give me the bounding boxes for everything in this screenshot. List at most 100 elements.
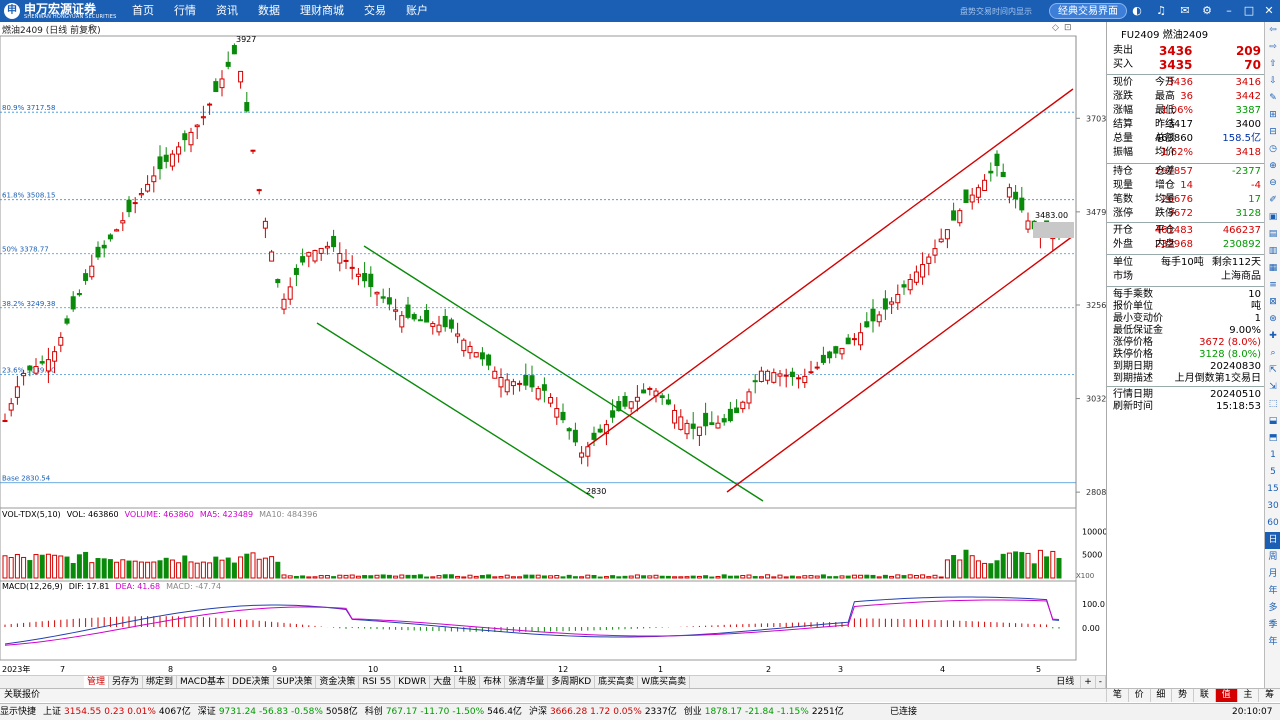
candle [337, 253, 343, 264]
theme-icon[interactable]: ◐ [1130, 4, 1144, 18]
detail-tab[interactable]: 主 [1236, 689, 1259, 702]
period-icon[interactable]: 1 [1265, 447, 1280, 464]
indicator-tab[interactable]: MACD基本 [177, 676, 230, 688]
fib-label: 80.9% 3717.58 [2, 104, 55, 112]
toolbar-icon[interactable]: ▣ [1265, 209, 1280, 226]
period-button[interactable]: 周 [1265, 549, 1280, 566]
indicator-tab[interactable]: 牛股 [455, 676, 481, 688]
toolbar-icon[interactable]: ⬒ [1265, 430, 1280, 447]
toolbar-icon[interactable]: ▤ [1265, 226, 1280, 243]
volume-bar [368, 575, 374, 579]
window-icon[interactable]: ⊡ [1064, 23, 1072, 33]
daily-button[interactable]: 日线 [1050, 676, 1082, 688]
toolbar-icon[interactable]: ⬚ [1265, 396, 1280, 413]
detail-tab[interactable]: 联 [1193, 689, 1215, 702]
indicator-tab[interactable]: KDWR [395, 676, 431, 688]
candle [752, 380, 758, 383]
period-button[interactable]: 多 [1265, 600, 1280, 617]
toolbar-icon[interactable]: ⊕ [1265, 158, 1280, 175]
panel-value: 单位 [1113, 257, 1133, 268]
toolbar-icon[interactable]: ⇩ [1265, 73, 1280, 90]
headset-icon[interactable]: ♫ [1154, 4, 1168, 18]
period-icon[interactable]: 60 [1265, 515, 1280, 532]
candle [920, 264, 926, 278]
detail-tab[interactable]: 值 [1214, 689, 1237, 702]
period-icon[interactable]: 30 [1265, 498, 1280, 515]
chart-area[interactable]: 3703347932563032280880.9% 3717.5861.8% 3… [0, 0, 1106, 690]
volume-bar [8, 556, 14, 579]
period-button[interactable]: 日 [1265, 532, 1280, 549]
close-icon[interactable]: ✕ [1262, 4, 1276, 18]
indicator-tab[interactable]: 管理 [84, 676, 110, 688]
detail-tab[interactable]: 筹 [1258, 689, 1280, 702]
period-button[interactable]: 年 [1265, 634, 1280, 651]
volume-bar [231, 562, 237, 579]
volume-bar [765, 574, 771, 579]
mail-icon[interactable]: ✉ [1178, 4, 1192, 18]
toolbar-icon[interactable]: ⇧ [1265, 56, 1280, 73]
indicator-tab[interactable]: 张清华量 [505, 676, 549, 688]
toolbar-icon[interactable]: ⊞ [1265, 107, 1280, 124]
indicator-tab[interactable]: 另存为 [109, 676, 144, 688]
toolbar-icon[interactable]: ✐ [1265, 192, 1280, 209]
panel-value: 外盘 [1113, 239, 1133, 250]
indicator-tab[interactable]: 底买高卖 [595, 676, 639, 688]
indicator-tab[interactable]: RSI 55 [359, 676, 396, 688]
toolbar-icon[interactable]: ▥ [1265, 243, 1280, 260]
toolbar-icon[interactable]: ⊛ [1265, 311, 1280, 328]
candle [312, 250, 318, 262]
period-icon[interactable]: 5 [1265, 464, 1280, 481]
indicator-tab[interactable]: 布林 [480, 676, 506, 688]
toolbar-icon[interactable]: ⇨ [1265, 39, 1280, 56]
period-icon[interactable]: 15 [1265, 481, 1280, 498]
toolbar-icon[interactable]: ▦ [1265, 260, 1280, 277]
toolbar-icon[interactable]: ⇱ [1265, 362, 1280, 379]
volume-bar [870, 574, 876, 579]
fib-label: Base 2830.54 [2, 475, 51, 483]
candle [349, 266, 355, 269]
volume-bar [851, 574, 857, 579]
toolbar-icon[interactable]: ⇲ [1265, 379, 1280, 396]
toolbar-icon[interactable]: ⊟ [1265, 124, 1280, 141]
indicator-tab[interactable]: DDE决策 [229, 676, 274, 688]
detail-tab[interactable]: 价 [1127, 689, 1150, 702]
period-button[interactable]: 年 [1265, 583, 1280, 600]
indicator-tab[interactable]: 多周期KD [548, 676, 596, 688]
toolbar-icon[interactable]: ✎ [1265, 90, 1280, 107]
indicator-tab[interactable]: SUP决策 [274, 676, 317, 688]
candle [721, 418, 727, 423]
toolbar-icon[interactable]: ≡ [1265, 277, 1280, 294]
candle [982, 179, 988, 191]
toolbar-icon[interactable]: ⇦ [1265, 22, 1280, 39]
period-button[interactable]: 季 [1265, 617, 1280, 634]
panel-value: 总额 [1155, 133, 1175, 144]
indicator-tab[interactable]: 资金决策 [316, 676, 360, 688]
indicator-tab[interactable]: 大盘 [430, 676, 456, 688]
status-item[interactable]: 显示快捷 [0, 707, 36, 717]
indicator-tab[interactable]: 绑定到 [143, 676, 178, 688]
toolbar-icon[interactable]: ⌕ [1265, 345, 1280, 362]
remove-button[interactable]: - [1096, 676, 1106, 688]
toolbar-icon[interactable]: ◷ [1265, 141, 1280, 158]
candle [281, 298, 287, 310]
volume-bar [362, 575, 368, 579]
detail-tab[interactable]: 笔 [1106, 689, 1128, 702]
maximize-icon[interactable]: □ [1242, 4, 1256, 18]
toolbar-icon[interactable]: ⊠ [1265, 294, 1280, 311]
settings-icon[interactable]: ⚙ [1200, 4, 1214, 18]
toolbar-icon[interactable]: ⊖ [1265, 175, 1280, 192]
detail-tab[interactable]: 势 [1171, 689, 1193, 702]
diamond-icon[interactable]: ◇ [1052, 23, 1059, 33]
indicator-tab[interactable]: W底买高卖 [638, 676, 691, 688]
linked-quote-label[interactable]: 关联报价 [0, 690, 44, 700]
spec-row: 到期描述 上月倒数第1交易日 [1107, 372, 1265, 386]
minimize-icon[interactable]: – [1222, 4, 1236, 18]
volume-bar [126, 560, 132, 579]
volume-bar [250, 552, 256, 579]
chart-options-icon[interactable]: ⊗ [88, 23, 96, 33]
toolbar-icon[interactable]: ⬓ [1265, 413, 1280, 430]
toolbar-icon[interactable]: ✚ [1265, 328, 1280, 345]
detail-tab[interactable]: 细 [1149, 689, 1172, 702]
period-button[interactable]: 月 [1265, 566, 1280, 583]
add-button[interactable]: + [1081, 676, 1096, 688]
